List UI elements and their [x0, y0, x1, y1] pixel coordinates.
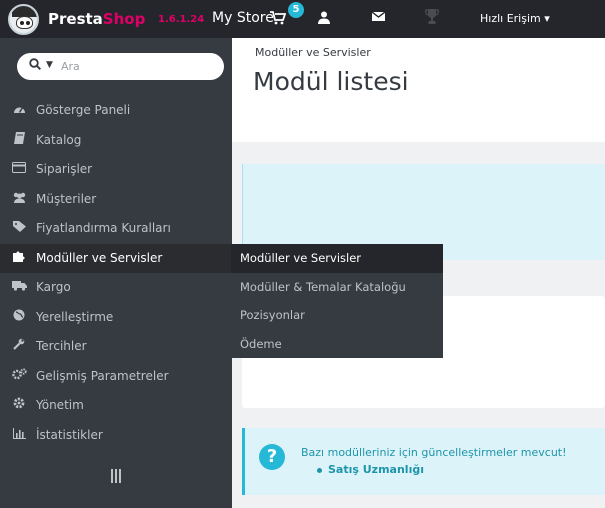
question-icon: ? — [259, 444, 285, 470]
update-alert: ? Bazı modülleriniz için güncelleştirmel… — [242, 428, 605, 495]
chevron-down-icon[interactable]: ▼ — [46, 60, 53, 70]
submenu-item-modules-services[interactable]: Modüller ve Servisler — [231, 244, 443, 273]
sidebar-item-orders[interactable]: Siparişler — [0, 155, 232, 185]
envelope-icon[interactable] — [371, 11, 386, 25]
sidebar-item-modules[interactable]: Modüller ve Servisler — [0, 243, 232, 274]
sidebar-item-administration[interactable]: Yönetim — [0, 391, 232, 421]
sidebar-collapse-handle[interactable] — [111, 469, 123, 483]
top-bar: PrestaShop 1.6.1.24 My Store 5 Hızlı Eri… — [0, 0, 605, 38]
cog-icon — [11, 391, 27, 421]
sidebar-item-shipping[interactable]: Kargo — [0, 273, 232, 303]
sidebar-item-dashboard[interactable]: Gösterge Paneli — [0, 96, 232, 126]
search-box[interactable]: ▼ — [17, 53, 224, 80]
cart-count-badge: 5 — [288, 2, 304, 18]
cogs-icon — [11, 362, 27, 392]
prestashop-logo[interactable] — [8, 4, 39, 35]
sidebar-item-advanced-parameters[interactable]: Gelişmiş Parametreler — [0, 362, 232, 392]
dashboard-icon — [11, 96, 27, 126]
book-icon — [11, 126, 27, 156]
search-input[interactable] — [61, 58, 211, 75]
globe-icon — [11, 303, 27, 333]
sidebar-item-localization[interactable]: Yerelleştirme — [0, 303, 232, 333]
sidebar-item-statistics[interactable]: İstatistikler — [0, 421, 232, 451]
sidebar-menu: Gösterge Paneli Katalog Siparişler Müşte… — [0, 96, 232, 450]
trophy-icon[interactable] — [425, 8, 439, 29]
cart-icon[interactable] — [270, 11, 287, 28]
alert-message: Bazı modülleriniz için güncelleştirmeler… — [301, 446, 567, 459]
store-name-link[interactable]: My Store — [212, 10, 274, 26]
sidebar-item-catalog[interactable]: Katalog — [0, 126, 232, 156]
puzzle-icon — [11, 244, 27, 274]
page-title: Modül listesi — [253, 67, 409, 96]
quick-access-dropdown[interactable]: Hızlı Erişim ▾ — [480, 12, 550, 25]
modules-submenu: Modüller ve Servisler Modüller & Temalar… — [231, 244, 443, 358]
page-header: Modüller ve Servisler Modül listesi — [232, 38, 605, 142]
credit-card-icon — [11, 155, 27, 185]
submenu-item-payment[interactable]: Ödeme — [231, 330, 443, 359]
wrench-icon — [11, 332, 27, 362]
submenu-item-catalog[interactable]: Modüller & Temalar Kataloğu — [231, 273, 443, 302]
version-label: 1.6.1.24 — [158, 14, 205, 25]
tag-icon — [11, 214, 27, 244]
sidebar-item-customers[interactable]: Müşteriler — [0, 185, 232, 215]
search-icon[interactable] — [29, 58, 42, 74]
breadcrumb[interactable]: Modüller ve Servisler — [255, 46, 371, 59]
brand-name[interactable]: PrestaShop — [48, 10, 145, 28]
user-icon[interactable] — [318, 11, 330, 27]
truck-icon — [11, 273, 27, 303]
sidebar: ▼ Gösterge Paneli Katalog Siparişler — [0, 38, 232, 508]
submenu-item-positions[interactable]: Pozisyonlar — [231, 301, 443, 330]
users-icon — [11, 185, 27, 215]
sidebar-item-preferences[interactable]: Tercihler — [0, 332, 232, 362]
bar-chart-icon — [11, 421, 27, 451]
alert-module-link[interactable]: Satış Uzmanlığı — [317, 463, 424, 476]
sidebar-item-price-rules[interactable]: Fiyatlandırma Kuralları — [0, 214, 232, 244]
